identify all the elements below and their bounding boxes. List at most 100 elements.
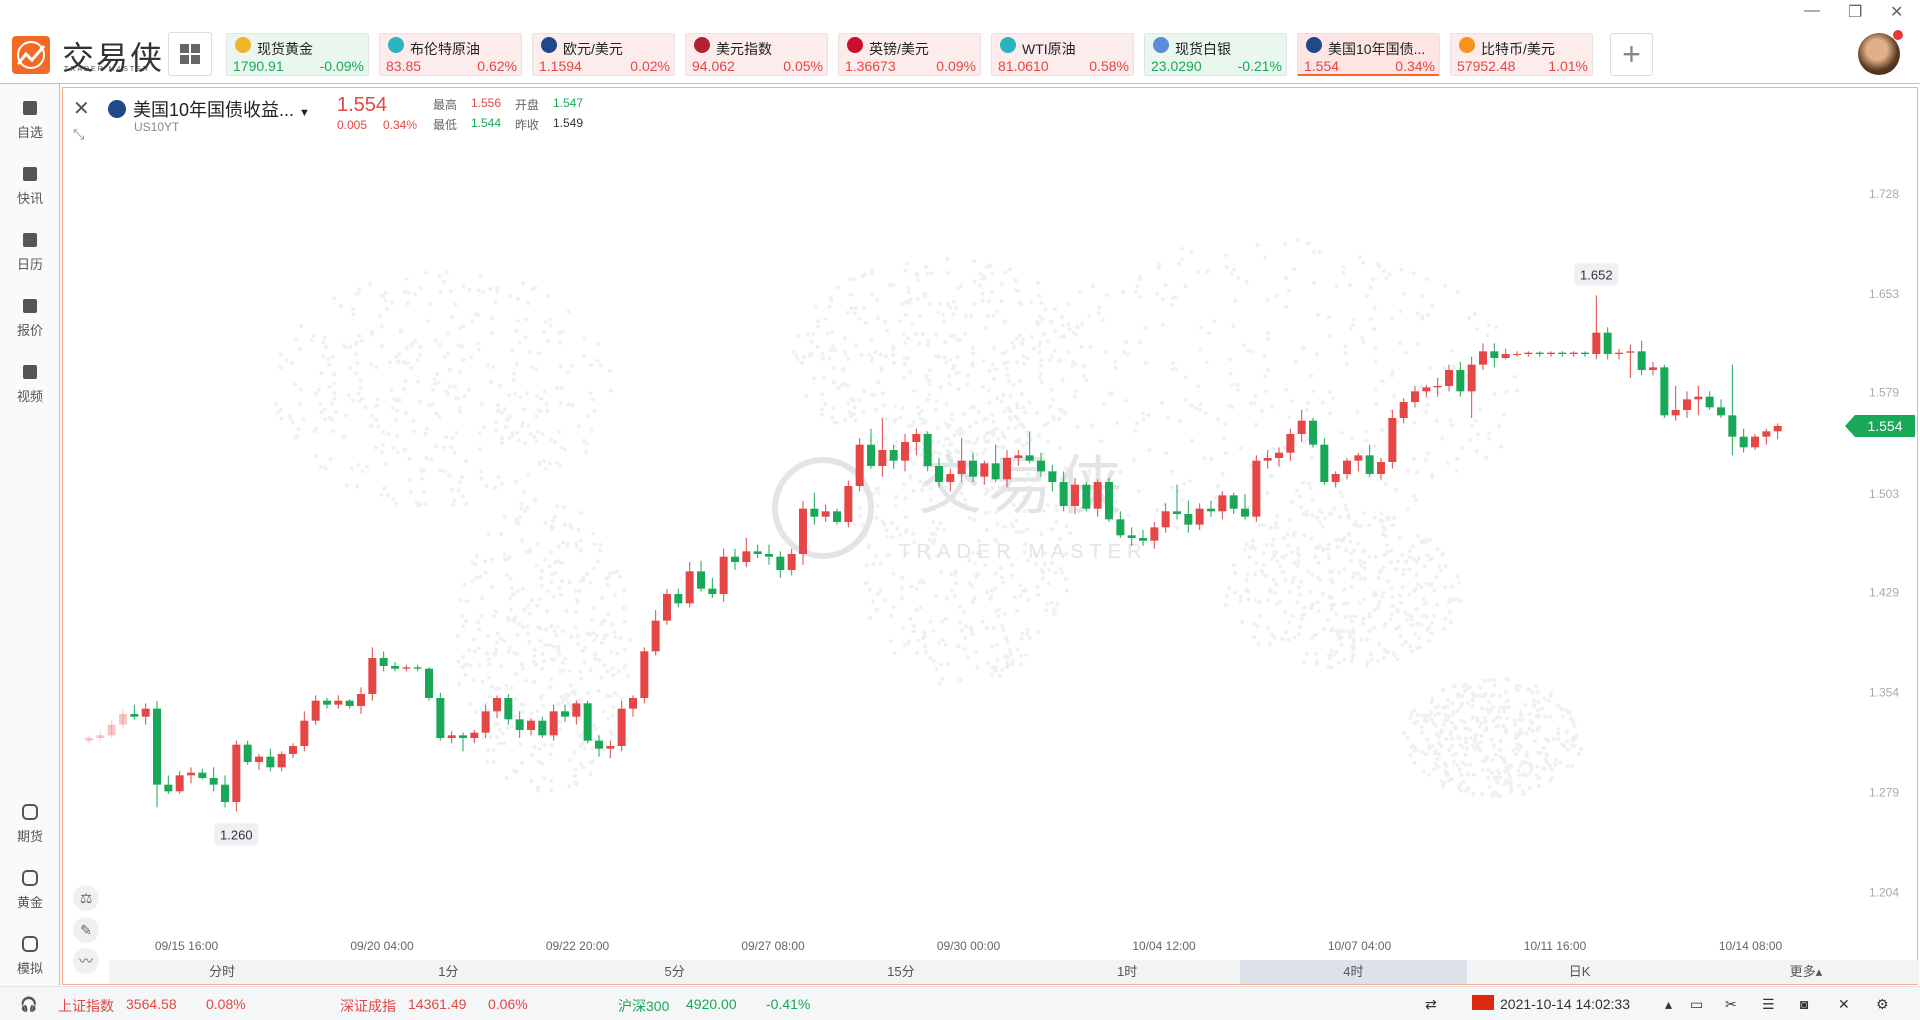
camera-icon[interactable]: ◙: [1800, 996, 1808, 1012]
quote-tile[interactable]: 现货白银 23.0290 -0.21%: [1144, 33, 1287, 76]
candle-body: [549, 711, 558, 736]
map-dot: [414, 500, 419, 505]
menu-icon[interactable]: ☰: [1762, 996, 1775, 1013]
sidebar-item[interactable]: 日历: [0, 230, 60, 273]
quote-tile[interactable]: 美元指数 94.062 0.05%: [685, 33, 828, 76]
map-dot: [1389, 586, 1394, 591]
candle-body: [1524, 352, 1533, 354]
timeframe-tab[interactable]: 1分: [335, 960, 561, 984]
quote-tile[interactable]: 美国10年国债... 1.554 0.34%: [1297, 33, 1440, 76]
map-dot: [1075, 424, 1080, 429]
sidebar-item[interactable]: 自选: [0, 98, 60, 141]
map-dot: [491, 748, 496, 753]
screen-icon[interactable]: ▭: [1690, 996, 1703, 1013]
timeframe-tab[interactable]: 更多▴: [1693, 960, 1919, 984]
map-dot: [1264, 389, 1269, 394]
sidebar-item[interactable]: 视频: [0, 362, 60, 405]
map-dot: [1268, 525, 1273, 530]
candle-body: [1467, 364, 1476, 392]
line-tool-icon[interactable]: 〰: [73, 948, 99, 974]
quote-tile[interactable]: 现货黄金 1790.91 -0.09%: [226, 33, 369, 76]
index-name[interactable]: 上证指数: [58, 996, 114, 1016]
map-dot: [1484, 707, 1489, 712]
map-dot: [541, 703, 546, 708]
sidebar-item[interactable]: 黄金: [0, 868, 60, 911]
map-dot: [1363, 566, 1368, 571]
restore-icon[interactable]: ❐: [1848, 2, 1862, 22]
map-dot: [520, 666, 525, 671]
sidebar-item[interactable]: 报价: [0, 296, 60, 339]
map-dot: [1384, 276, 1389, 280]
translate-icon[interactable]: ⇄: [1425, 996, 1437, 1013]
timeframe-tab[interactable]: 日K: [1467, 960, 1693, 984]
map-dot: [903, 341, 908, 345]
draw-pen-icon[interactable]: ✎: [73, 917, 99, 943]
map-dot: [1310, 513, 1315, 518]
close-chart-icon[interactable]: ✕: [73, 96, 90, 121]
map-dot: [972, 279, 977, 284]
candle-body: [459, 735, 467, 738]
map-dot: [1021, 530, 1026, 535]
arrow-up-icon[interactable]: ▴: [1665, 996, 1672, 1013]
timeframe-tab[interactable]: 15分: [788, 960, 1014, 984]
candle-body: [1037, 460, 1045, 472]
map-dot: [590, 618, 594, 623]
candlestick-chart[interactable]: 交易侠TRADER MASTER1.2041.2791.3541.4291.50…: [63, 88, 1919, 958]
minimize-icon[interactable]: —: [1804, 2, 1820, 20]
add-quote-button[interactable]: +: [1610, 33, 1653, 76]
quote-tile[interactable]: 布伦特原油 83.85 0.62%: [379, 33, 522, 76]
sidebar-item[interactable]: 模拟: [0, 934, 60, 977]
map-dot: [1536, 775, 1541, 780]
quote-name: 现货白银: [1175, 41, 1231, 57]
tools-icon[interactable]: ✂: [1725, 996, 1737, 1013]
headset-icon[interactable]: 🎧: [20, 996, 37, 1013]
quote-tile[interactable]: WTI原油 81.0610 0.58%: [991, 33, 1134, 76]
indicator-tool-icon[interactable]: ⚖: [73, 885, 99, 911]
timeframe-tab[interactable]: 分时: [109, 960, 335, 984]
map-dot: [845, 383, 850, 388]
index-name[interactable]: 深证成指: [340, 996, 396, 1016]
collapse-icon[interactable]: ⤡: [73, 126, 84, 143]
map-dot: [1400, 552, 1405, 557]
map-dot: [609, 388, 614, 393]
map-dot: [330, 418, 335, 422]
map-dot: [993, 571, 998, 576]
map-dot: [407, 456, 412, 461]
quote-tile[interactable]: 英镑/美元 1.36673 0.09%: [838, 33, 981, 76]
map-dot: [443, 355, 447, 359]
map-dot: [1197, 408, 1202, 412]
open-value: 1.547: [553, 96, 584, 110]
map-dot: [556, 544, 561, 549]
map-dot: [1006, 405, 1011, 410]
map-dot: [1295, 237, 1300, 242]
quote-tile[interactable]: 比特币/美元 57952.48 1.01%: [1450, 33, 1593, 76]
settings-icon[interactable]: ⚙: [1876, 996, 1889, 1013]
timeframe-tab[interactable]: 5分: [562, 960, 788, 984]
map-dot: [552, 644, 557, 649]
candle-body: [867, 444, 875, 466]
open-label: 开盘: [515, 98, 540, 112]
avatar[interactable]: [1858, 33, 1900, 75]
symbol-name[interactable]: 美国10年国债收益... ▼: [133, 96, 310, 122]
quote-price: 57952.48: [1457, 58, 1516, 74]
close-icon[interactable]: ✕: [1890, 2, 1903, 22]
map-dot: [1449, 721, 1454, 725]
map-dot: [1318, 578, 1323, 583]
index-name[interactable]: 沪深300: [618, 996, 669, 1016]
map-dot: [1121, 290, 1126, 295]
map-dot: [549, 550, 553, 555]
timeframe-tab[interactable]: 4时: [1240, 960, 1467, 984]
map-dot: [1035, 411, 1039, 415]
candle-body: [719, 556, 728, 594]
map-dot: [591, 759, 596, 764]
map-dot: [1224, 594, 1229, 599]
sidebar-item[interactable]: 期货: [0, 802, 60, 845]
grid-layout-button[interactable]: [168, 32, 212, 76]
timeframe-tab[interactable]: 1时: [1014, 960, 1240, 984]
mute-icon[interactable]: ✕: [1838, 996, 1850, 1013]
sidebar-item[interactable]: 快讯: [0, 164, 60, 207]
map-dot: [864, 563, 869, 568]
map-dot: [990, 362, 995, 367]
quote-tile[interactable]: 欧元/美元 1.1594 0.02%: [532, 33, 675, 76]
map-dot: [390, 405, 395, 410]
